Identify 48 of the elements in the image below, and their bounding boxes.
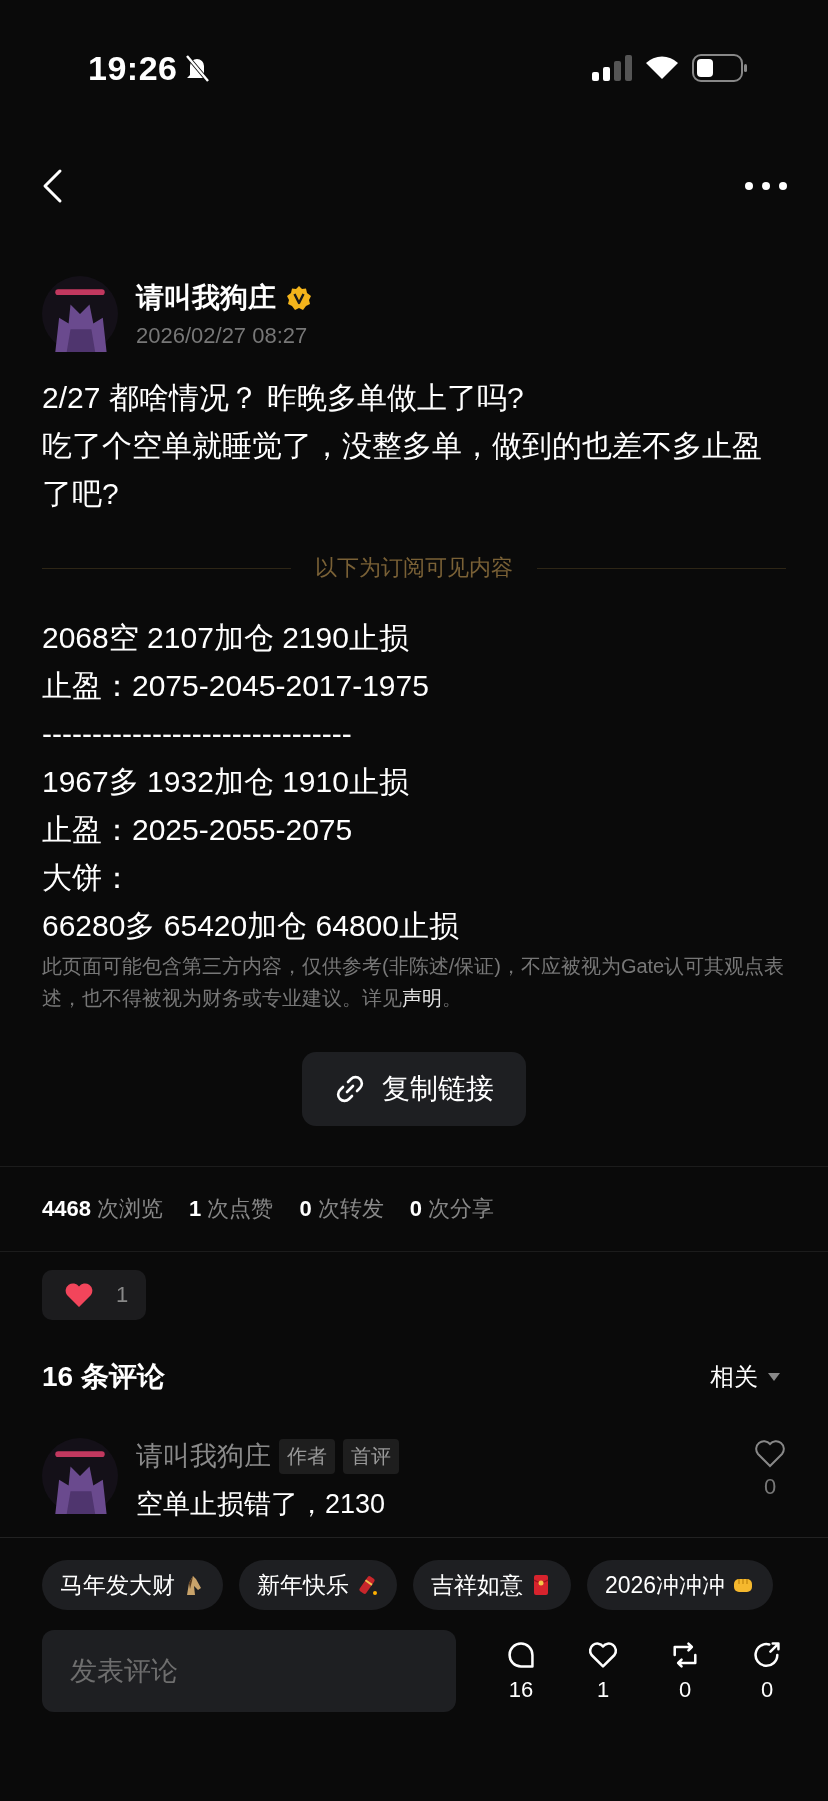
avatar[interactable] [42, 1438, 118, 1514]
post-text: 止盈：2075-2045-2017-1975 [42, 668, 430, 704]
clock-time: 19:26 [88, 48, 178, 88]
commenter-name[interactable]: 请叫我狗庄 [136, 1438, 271, 1474]
statement-link[interactable]: 声明 [402, 987, 442, 1009]
more-icon[interactable] [744, 181, 788, 191]
heart-icon [64, 1282, 94, 1308]
battery-icon [692, 54, 748, 82]
post-text: 2068空 2107加仓 2190止损 [42, 620, 410, 656]
role-tag: 首评 [343, 1438, 399, 1474]
disclaimer-text: 此页面可能包含第三方内容，仅供参考(非陈述/保证)，不应被视为Gate认可其观点表述，也不得被视为财务或专业建议。详见声明。 [42, 954, 786, 1011]
action-count: 0 [760, 1677, 774, 1703]
stat-text: 0 次转发 [299, 1195, 384, 1223]
caret-icon [768, 1373, 780, 1381]
comment-icon[interactable] [505, 1639, 537, 1671]
author-name[interactable]: 请叫我狗庄 [136, 279, 276, 317]
post-text: ------------------------------- [42, 716, 353, 752]
action-count: 16 [508, 1677, 534, 1703]
wifi-icon [644, 55, 680, 81]
role-tag: 作者 [279, 1438, 335, 1474]
post-text: 吃了个空单就睡觉了，没整多单，做到的也差不多止盈了吧? [42, 428, 763, 512]
quick-reply-chip[interactable]: 吉祥如意 [413, 1560, 571, 1610]
sort-dropdown[interactable]: 相关 [704, 1360, 786, 1394]
quick-reply-chip[interactable]: 新年快乐 [239, 1560, 397, 1610]
post-date: 2026/02/27 08:27 [136, 323, 309, 349]
like-count: 0 [763, 1474, 777, 1500]
comment-text: 空单止损错了，2130 [136, 1488, 387, 1521]
avatar[interactable] [42, 276, 118, 352]
link-icon [334, 1073, 366, 1105]
post-text: 1967多 1932加仓 1910止损 [42, 764, 410, 800]
post-text: 2/27 都啥情况？ 昨晚多单做上了吗? [42, 380, 525, 416]
comment-input[interactable]: 发表评论 [42, 1630, 456, 1712]
reaction-chip[interactable]: 1 [42, 1270, 147, 1320]
action-count: 0 [678, 1677, 692, 1703]
action-count: 1 [596, 1677, 610, 1703]
quick-reply-chip[interactable]: 2026冲冲冲 [587, 1560, 774, 1610]
subscriber-label: 以下为订阅可见内容 [315, 554, 513, 582]
comments-heading: 16 条评论 [42, 1360, 165, 1394]
stat-text: 1 次点赞 [189, 1195, 274, 1223]
stat-text: 0 次分享 [409, 1195, 495, 1223]
post-text: 大饼： [42, 860, 133, 896]
stat-text: 4468 次浏览 [42, 1195, 164, 1223]
signal-icon [592, 55, 632, 81]
heart-icon[interactable] [587, 1639, 619, 1671]
post-text: 止盈：2025-2055-2075 [42, 812, 354, 848]
copy-link-button[interactable]: 复制链接 [302, 1052, 526, 1126]
post-text: 66280多 65420加仓 64800止损 [42, 908, 460, 944]
quick-reply-chip[interactable]: 马年发大财 [42, 1560, 223, 1610]
